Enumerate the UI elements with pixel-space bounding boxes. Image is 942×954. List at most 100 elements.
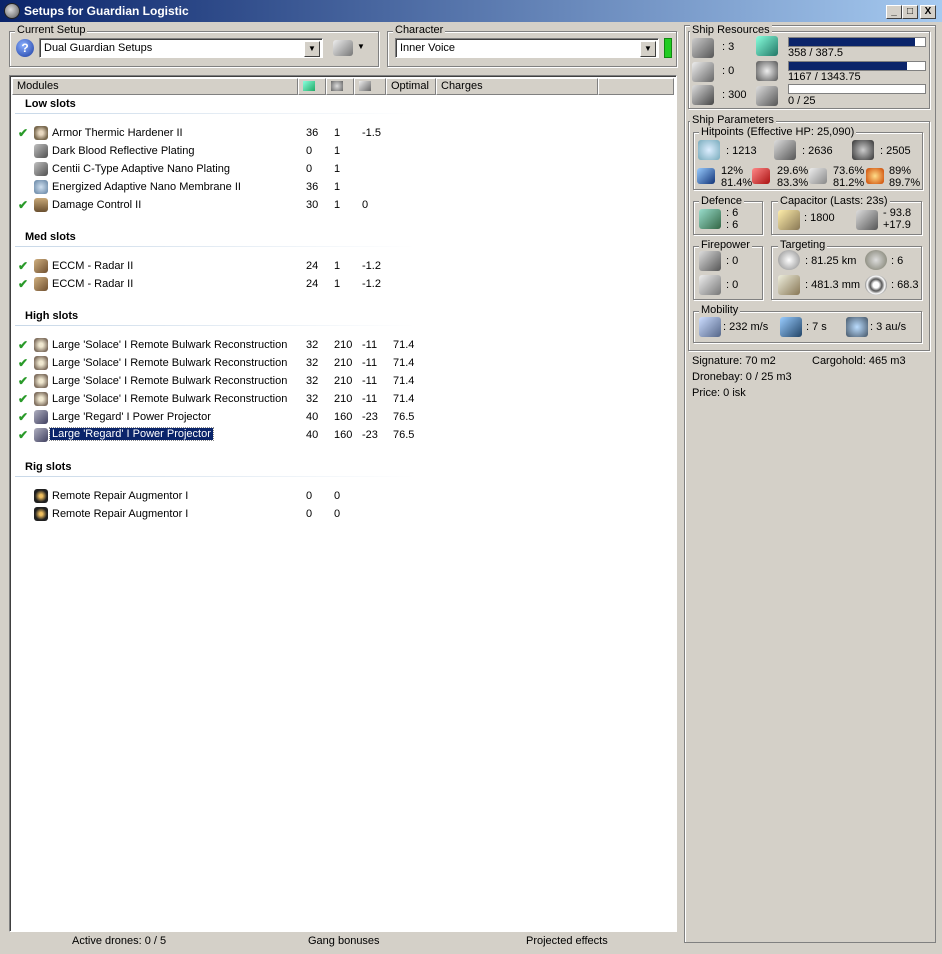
module-row[interactable]: ✔ Large 'Solace' I Remote Bulwark Reconst… [10,355,670,373]
max-velocity: : 232 m/s [723,321,769,333]
module-row[interactable]: Energized Adaptive Nano Membrane II 36 1 [10,179,670,197]
module-row[interactable]: ✔ Large 'Solace' I Remote Bulwark Reconst… [10,373,670,391]
powergrid-value: 1167 / 1343.75 [788,71,861,83]
module-row[interactable]: ✔ Large 'Regard' I Power Projector 40 160 -2… [10,409,670,427]
module-capacitor: -23 [362,411,378,423]
armor-icon [774,140,796,160]
chevron-down-icon[interactable]: ▼ [304,41,320,57]
cpu-icon [756,36,778,56]
active-check-icon[interactable]: ✔ [18,374,28,388]
firepower-value-2: : 0 [726,279,739,291]
module-cpu: 36 [306,181,319,193]
setup-tools-icon[interactable] [333,40,353,56]
targeting-label: Targeting [778,239,828,251]
active-check-icon[interactable]: ✔ [18,126,28,140]
module-row[interactable]: Remote Repair Augmentor I 0 0 [10,506,670,524]
setup-tools-dropdown-icon[interactable]: ▼ [357,42,365,51]
module-row[interactable]: ✔ Large 'Solace' I Remote Bulwark Reconst… [10,391,670,409]
active-check-icon[interactable]: ✔ [18,198,28,212]
module-cpu: 32 [306,393,319,405]
module-name: Centii C-Type Adaptive Nano Plating [52,163,230,175]
module-cpu: 40 [306,411,319,423]
kinetic-shield-resist: 73.6% [833,165,865,177]
drone-bandwidth-value: 0 / 25 [788,95,816,107]
help-icon[interactable]: ? [16,39,34,57]
turret-hardpoints-icon [692,38,714,58]
powergrid-bar [788,61,926,71]
module-name: Large 'Solace' I Remote Bulwark Reconstr… [52,339,288,351]
column-header-optimal[interactable]: Optimal [386,78,436,95]
column-header-powergrid[interactable] [326,78,354,95]
module-powergrid: 0 [334,490,341,502]
defence-label: Defence [699,195,744,207]
character-select[interactable]: Inner Voice ▼ [395,38,659,58]
em-resist-icon [697,168,715,184]
close-button[interactable]: X [920,5,936,19]
nano-membrane-icon [34,180,48,194]
module-capacitor: -1.5 [362,127,381,139]
remote-armor-repairer-icon [34,374,48,388]
gang-bonuses-status[interactable]: Gang bonuses [308,935,380,947]
module-capacitor: -11 [362,393,378,405]
module-row[interactable]: ✔ Damage Control II 30 1 0 [10,197,670,215]
section-divider [15,113,415,114]
column-header-modules[interactable]: Modules [12,78,298,95]
explosive-armor-resist: 89.7% [889,177,921,189]
capacitor-label: Capacitor (Lasts: 23s) [778,195,890,207]
active-check-icon[interactable]: ✔ [18,259,28,273]
warp-speed: : 3 au/s [870,321,907,333]
defence-value-1: : 6 [726,207,739,219]
kinetic-resist-icon [809,168,827,184]
module-row[interactable]: Dark Blood Reflective Plating 0 1 [10,143,670,161]
module-row[interactable]: ✔ ECCM - Radar II 24 1 -1.2 [10,258,670,276]
section-divider [15,325,415,326]
active-drones-status[interactable]: Active drones: 0 / 5 [72,935,166,947]
hitpoints-label: Hitpoints (Effective HP: 25,090) [699,126,857,138]
modules-list[interactable]: Modules Optimal Charges Low slots ✔ Armor… [9,75,677,932]
active-check-icon[interactable]: ✔ [18,277,28,291]
cpu-value: 358 / 387.5 [788,47,844,59]
projected-effects-status[interactable]: Projected effects [526,935,608,947]
setup-select[interactable]: Dual Guardian Setups ▼ [39,38,323,58]
drone-bandwidth-icon [756,86,778,106]
active-check-icon[interactable]: ✔ [18,356,28,370]
module-row[interactable]: ✔ Large 'Solace' I Remote Bulwark Reconst… [10,337,670,355]
active-check-icon[interactable]: ✔ [18,410,28,424]
module-cpu: 0 [306,163,313,175]
armor-hardener-icon [34,126,48,140]
module-name: ECCM - Radar II [52,260,134,272]
module-optimal: 71.4 [393,393,415,405]
column-header-charges[interactable]: Charges [436,78,598,95]
module-powergrid: 1 [334,145,341,157]
active-check-icon[interactable]: ✔ [18,428,28,442]
column-header-capacitor[interactable] [354,78,386,95]
module-row[interactable]: ✔ Large 'Regard' I Power Projector 40 160 -2… [10,427,670,445]
module-row[interactable]: Remote Repair Augmentor I 0 0 [10,488,670,506]
module-name: Large 'Solace' I Remote Bulwark Reconstr… [52,393,288,405]
cpu-bar [788,37,926,47]
rig-icon [34,489,48,503]
minimize-button[interactable]: _ [886,5,902,19]
active-check-icon[interactable]: ✔ [18,338,28,352]
module-optimal: 71.4 [393,339,415,351]
module-row[interactable]: ✔ Armor Thermic Hardener II 36 1 -1.5 [10,125,670,143]
chevron-down-icon[interactable]: ▼ [640,41,656,57]
character-status-indicator [664,38,672,58]
module-powergrid: 1 [334,181,341,193]
structure-hp-value: : 2505 [880,145,911,157]
module-row[interactable]: Centii C-Type Adaptive Nano Plating 0 1 [10,161,670,179]
section-low-slots: Low slots [25,98,76,110]
module-powergrid: 0 [334,508,341,520]
title-bar[interactable]: Setups for Guardian Logistic _ □ X [0,0,942,22]
active-check-icon[interactable]: ✔ [18,392,28,406]
column-header-cpu[interactable] [298,78,326,95]
energy-transfer-icon [34,410,48,424]
calibration-value: : 300 [722,89,747,101]
module-row[interactable]: ✔ ECCM - Radar II 24 1 -1.2 [10,276,670,294]
targeting-range: : 81.25 km [805,255,857,267]
em-armor-resist: 81.4% [721,177,753,189]
thermal-armor-resist: 83.3% [777,177,809,189]
module-cpu: 32 [306,357,319,369]
eccm-icon [34,259,48,273]
maximize-button[interactable]: □ [902,5,918,19]
